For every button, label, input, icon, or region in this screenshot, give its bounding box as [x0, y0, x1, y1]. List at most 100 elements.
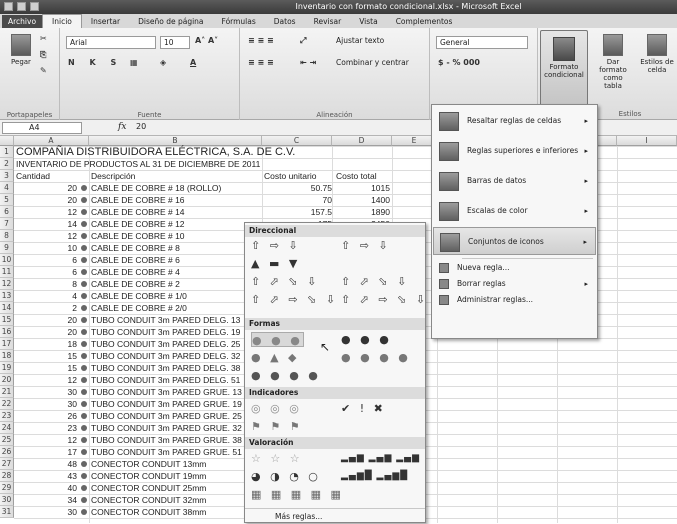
cell-b[interactable]: CABLE DE COBRE # 10 — [91, 230, 185, 242]
cell-b[interactable]: CONECTOR CONDUIT 32mm — [91, 494, 206, 506]
number-format-combo[interactable]: General — [436, 36, 528, 49]
cell-b[interactable]: CABLE DE COBRE # 18 (ROLLO) — [91, 182, 221, 194]
icon-set-5-arrows-colored[interactable]: ⇧ ⬀ ⇨ ⬂ ⇩ — [251, 292, 338, 307]
icon-set-red-to-black[interactable]: ● ● ● ● — [251, 368, 321, 383]
cell-c[interactable]: 157.5 — [262, 206, 332, 218]
cell-b[interactable]: CABLE DE COBRE # 6 — [91, 254, 180, 266]
align-top-icons[interactable]: ≡ ≡ ≡ — [248, 36, 274, 45]
cell-b[interactable]: TUBO CONDUIT 3m PARED DELG. 38 — [91, 362, 240, 374]
tab-complementos[interactable]: Complementos — [387, 15, 462, 28]
row-header[interactable]: 21 — [0, 386, 14, 398]
tab-insertar[interactable]: Insertar — [82, 15, 129, 28]
format-as-table-button[interactable]: Dar formato como tabla — [594, 34, 632, 90]
cell-b[interactable]: CONECTOR CONDUIT 13mm — [91, 458, 206, 470]
cell-b[interactable]: CABLE DE COBRE # 8 — [91, 242, 180, 254]
row-header[interactable]: 17 — [0, 338, 14, 350]
row-header[interactable]: 2 — [0, 158, 14, 170]
row-header[interactable]: 16 — [0, 326, 14, 338]
cell-b[interactable]: TUBO CONDUIT 3m PARED GRUE. 25 — [91, 410, 242, 422]
row-header[interactable]: 31 — [0, 506, 14, 518]
cell-d[interactable]: 1400 — [332, 194, 390, 206]
select-all-corner[interactable] — [0, 136, 14, 146]
orientation-icon[interactable]: ⤢ — [300, 36, 306, 46]
more-rules-link[interactable]: Más reglas... — [245, 508, 425, 523]
cell-c[interactable]: Costo unitario — [264, 170, 334, 182]
icon-set-4-traffic-lights[interactable]: ● ● ● ● — [341, 350, 411, 365]
icon-set-3-arrows-gray[interactable]: ⇧ ⇨ ⇩ — [341, 238, 391, 253]
column-header-d[interactable]: D — [332, 136, 392, 146]
menu-item-manage-rules[interactable]: Administrar reglas... — [433, 293, 596, 307]
cell-b[interactable]: CABLE DE COBRE # 4 — [91, 266, 180, 278]
column-header-c[interactable]: C — [262, 136, 332, 146]
column-header-i[interactable]: I — [617, 136, 677, 146]
cell-d[interactable]: Costo total — [336, 170, 394, 182]
font-name-combo[interactable]: Arial — [66, 36, 156, 49]
icon-set-3-traffic-lights-unrimmed[interactable]: ● ● ● — [251, 332, 304, 347]
row-header[interactable]: 13 — [0, 290, 14, 302]
icon-set-5-arrows-gray[interactable]: ⇧ ⬀ ⇨ ⬂ ⇩ — [341, 292, 428, 307]
icon-set-4-arrows-colored[interactable]: ⇧ ⬀ ⬂ ⇩ — [251, 274, 319, 289]
icon-set-4-ratings[interactable]: ▂▄▆ ▂▄▆ ▂▄▆ — [341, 451, 420, 466]
icon-set-5-boxes[interactable]: ▦ ▦ ▦ ▦ ▦ — [251, 487, 344, 502]
cell-b[interactable]: TUBO CONDUIT 3m PARED DELG. 25 — [91, 338, 240, 350]
icon-set-3-arrows-colored[interactable]: ⇧ ⇨ ⇩ — [251, 238, 301, 253]
name-box[interactable]: A4 — [2, 122, 82, 134]
cell-d[interactable]: 1015 — [332, 182, 390, 194]
align-left-center-right-icons[interactable]: ≡ ≡ ≡ — [248, 58, 274, 67]
row-header[interactable]: 27 — [0, 458, 14, 470]
format-painter-icon[interactable]: ✎ — [40, 66, 47, 75]
tab-datos[interactable]: Datos — [265, 15, 305, 28]
cell-c[interactable]: 50.75 — [262, 182, 332, 194]
row-header[interactable]: 26 — [0, 446, 14, 458]
indent-icons[interactable]: ⇤ ⇥ — [300, 58, 316, 67]
cell-b[interactable]: CABLE DE COBRE # 16 — [91, 194, 185, 206]
row-header[interactable]: 6 — [0, 206, 14, 218]
icon-set-3-symbols-circled[interactable]: ◎ ◎ ◎ — [251, 401, 302, 416]
row-header[interactable]: 10 — [0, 254, 14, 266]
cell-a[interactable]: INVENTARIO DE PRODUCTOS AL 31 DE DICIEMB… — [16, 158, 260, 170]
menu-item-top-bottom-rules[interactable]: Reglas superiores e inferiores ▸ — [433, 137, 596, 165]
menu-item-clear-rules[interactable]: Borrar reglas ▸ — [433, 277, 596, 291]
row-header[interactable]: 9 — [0, 242, 14, 254]
cell-b[interactable]: TUBO CONDUIT 3m PARED DELG. 32 — [91, 350, 240, 362]
font-size-combo[interactable]: 10 — [160, 36, 190, 49]
row-header[interactable]: 18 — [0, 350, 14, 362]
icon-set-3-signs[interactable]: ● ▲ ◆ — [251, 350, 300, 365]
cell-a[interactable]: Cantidad — [16, 170, 50, 182]
cell-b[interactable]: CABLE DE COBRE # 12 — [91, 218, 185, 230]
number-format-buttons[interactable]: $ - % 000 — [438, 58, 480, 67]
menu-item-new-rule[interactable]: Nueva regla... — [433, 261, 596, 275]
cell-b[interactable]: CONECTOR CONDUIT 25mm — [91, 482, 206, 494]
cell-b[interactable]: TUBO CONDUIT 3m PARED GRUE. 51 — [91, 446, 242, 458]
row-header[interactable]: 28 — [0, 470, 14, 482]
wrap-text-button[interactable]: Ajustar texto — [336, 36, 384, 45]
cell-b[interactable]: CONECTOR CONDUIT 38mm — [91, 506, 206, 518]
cell-d[interactable]: 1890 — [332, 206, 390, 218]
font-color-icon[interactable]: A — [190, 58, 196, 67]
column-header-b[interactable]: B — [89, 136, 262, 146]
cell-b[interactable]: TUBO CONDUIT 3m PARED DELG. 51 — [91, 374, 240, 386]
menu-item-color-scales[interactable]: Escalas de color ▸ — [433, 197, 596, 225]
row-header[interactable]: 20 — [0, 374, 14, 386]
cut-icon[interactable]: ✂ — [40, 34, 47, 43]
cell-b[interactable]: CABLE DE COBRE # 14 — [91, 206, 185, 218]
tab-revisar[interactable]: Revisar — [305, 15, 351, 28]
paste-button[interactable]: Pegar — [6, 34, 36, 66]
row-header[interactable]: 5 — [0, 194, 14, 206]
cell-b[interactable]: TUBO CONDUIT 3m PARED GRUE. 38 — [91, 434, 242, 446]
tab-inicio[interactable]: Inicio — [42, 14, 82, 28]
row-header[interactable]: 25 — [0, 434, 14, 446]
tab-vista[interactable]: Vista — [350, 15, 387, 28]
merge-center-button[interactable]: Combinar y centrar — [336, 58, 409, 67]
row-header[interactable]: 23 — [0, 410, 14, 422]
menu-item-data-bars[interactable]: Barras de datos ▸ — [433, 167, 596, 195]
icon-set-3-triangles[interactable]: ▲ ▬ ▼ — [251, 256, 300, 271]
icon-set-3-traffic-lights-rimmed[interactable]: ● ● ● — [341, 332, 392, 347]
tab-formulas[interactable]: Fórmulas — [213, 15, 265, 28]
row-header[interactable]: 1 — [0, 146, 14, 158]
row-header[interactable]: 24 — [0, 422, 14, 434]
cell-b[interactable]: CONECTOR CONDUIT 19mm — [91, 470, 206, 482]
cell-b[interactable]: TUBO CONDUIT 3m PARED GRUE. 19 — [91, 398, 242, 410]
icon-set-4-arrows-gray[interactable]: ⇧ ⬀ ⬂ ⇩ — [341, 274, 409, 289]
row-header[interactable]: 15 — [0, 314, 14, 326]
